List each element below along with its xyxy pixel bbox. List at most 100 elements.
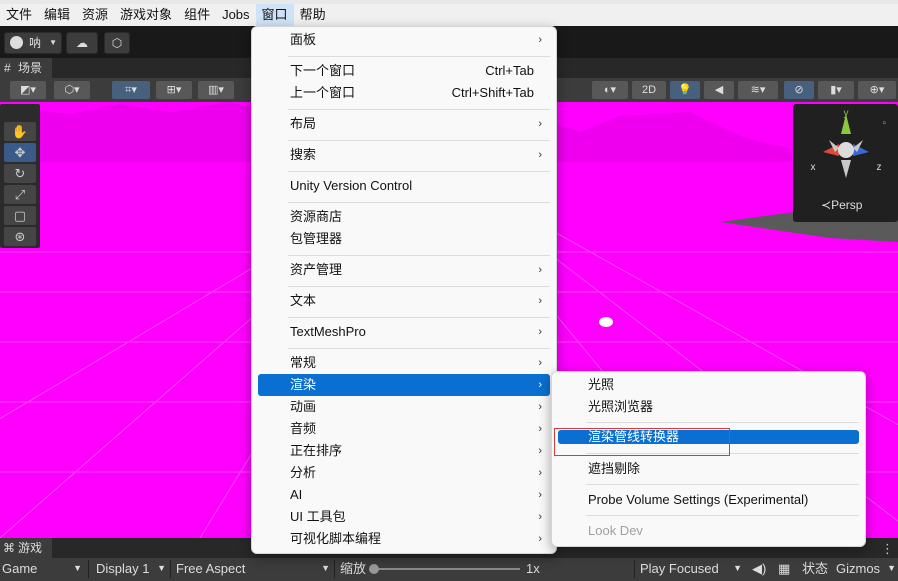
scale-slider-thumb[interactable] <box>369 564 379 574</box>
menu-item-package-manager[interactable]: 包管理器 <box>258 228 550 250</box>
submenu-item-probe-volume-settings[interactable]: Probe Volume Settings (Experimental) <box>558 489 859 511</box>
account-button[interactable]: 呐 ▼ <box>4 32 62 54</box>
scale-tool[interactable]: ⤢ <box>4 185 36 204</box>
menu-item-text[interactable]: 文本 › <box>258 290 550 312</box>
menu-file[interactable]: 文件 <box>0 4 38 26</box>
render-shading-button[interactable]: ⬡▾ <box>54 81 90 99</box>
axis-x-label: x <box>811 162 816 173</box>
menu-separator <box>288 56 550 57</box>
hand-tool[interactable]: ✋ <box>4 122 36 141</box>
submenu-item-lighting[interactable]: 光照 <box>558 374 859 396</box>
chevron-down-icon: ▼ <box>157 563 166 573</box>
menu-item-prev-window[interactable]: 上一个窗口 Ctrl+Shift+Tab <box>258 82 550 104</box>
menu-separator <box>586 484 859 485</box>
menu-item-asset-store[interactable]: 资源商店 <box>258 206 550 228</box>
menu-item-rendering[interactable]: 渲染 › <box>258 374 550 396</box>
menu-item-next-window[interactable]: 下一个窗口 Ctrl+Tab <box>258 60 550 82</box>
chevron-down-icon: ▼ <box>887 563 896 573</box>
menu-separator <box>586 515 859 516</box>
menu-help[interactable]: 帮助 <box>294 4 332 26</box>
hidden-objects-toggle[interactable]: ⊘ <box>784 81 814 99</box>
cloud-button[interactable]: ☁ <box>66 32 98 54</box>
submenu-item-look-dev: Look Dev <box>558 520 859 542</box>
draw-mode-button[interactable]: ◩▾ <box>10 81 46 99</box>
menu-item-ai[interactable]: AI › <box>258 484 550 506</box>
menu-item-analysis[interactable]: 分析 › <box>258 462 550 484</box>
menu-item-sequencing[interactable]: 正在排序 › <box>258 440 550 462</box>
rotate-tool[interactable]: ↻ <box>4 164 36 183</box>
transform-tool[interactable]: ⊛ <box>4 227 36 246</box>
menu-item-animation[interactable]: 动画 › <box>258 396 550 418</box>
aspect-select[interactable]: Free Aspect ▼ <box>176 558 330 579</box>
audio-toggle[interactable]: ◀ <box>704 81 734 99</box>
menu-assets[interactable]: 资源 <box>76 4 114 26</box>
menu-item-label: 包管理器 <box>290 231 343 246</box>
move-snap-button[interactable]: ⌗▾ <box>112 81 150 99</box>
chevron-right-icon: › <box>538 423 542 435</box>
lighting-toggle[interactable]: 💡 <box>670 81 700 99</box>
camera-button[interactable]: ▮▾ <box>818 81 854 99</box>
play-mode-select[interactable]: Play Focused ▼ <box>640 558 742 579</box>
menu-item-ui-toolkit[interactable]: UI 工具包 › <box>258 506 550 528</box>
rect-tool[interactable]: ▢ <box>4 206 36 225</box>
chevron-down-icon: ▼ <box>73 563 82 573</box>
keyboard-icon[interactable]: ▦ <box>778 558 790 579</box>
grid-snap-button[interactable]: ⊞▾ <box>156 81 192 99</box>
gizmos-button[interactable]: Gizmos ▼ <box>836 558 898 579</box>
menu-item-general[interactable]: 常规 › <box>258 352 550 374</box>
menu-gameobject[interactable]: 游戏对象 <box>114 4 178 26</box>
menu-item-version-control[interactable]: Unity Version Control <box>258 175 550 197</box>
submenu-item-light-explorer[interactable]: 光照浏览器 <box>558 396 859 418</box>
submenu-item-occlusion-culling[interactable]: 遮挡剔除 <box>558 458 859 480</box>
chevron-right-icon: › <box>538 326 542 338</box>
menu-item-asset-management[interactable]: 资产管理 › <box>258 259 550 281</box>
effects-button[interactable]: ≋▾ <box>738 81 778 99</box>
lock-icon[interactable]: ▫ <box>882 118 886 129</box>
game-view-select[interactable]: Game ▼ <box>2 558 84 579</box>
display-value: Display 1 <box>96 561 150 576</box>
chevron-right-icon: › <box>538 118 542 130</box>
menu-item-audio[interactable]: 音频 › <box>258 418 550 440</box>
persp-toggle[interactable]: ≺Persp <box>821 198 862 212</box>
toggle-2d-button[interactable]: 2D <box>632 81 666 99</box>
collab-button[interactable]: ⬡ <box>104 32 130 54</box>
scale-label: 缩放 <box>340 561 367 576</box>
gizmos-scene-button[interactable]: ⊕▾ <box>858 81 896 99</box>
menu-jobs[interactable]: Jobs <box>216 4 255 26</box>
menu-item-search[interactable]: 搜索 › <box>258 144 550 166</box>
menu-window[interactable]: 窗口 <box>255 4 294 26</box>
kebab-menu-icon[interactable]: ⋮ <box>881 541 894 557</box>
tab-scene[interactable]: # 场景 <box>0 58 52 78</box>
shading-mode-button[interactable]: ◐▾ <box>592 81 628 99</box>
menu-item-label: 可视化脚本编程 <box>290 531 382 546</box>
menu-item-label: 文本 <box>290 293 317 308</box>
menu-edit[interactable]: 编辑 <box>38 4 76 26</box>
scale-slider[interactable] <box>369 564 520 574</box>
annotation-highlight-box <box>554 428 730 456</box>
move-icon: ✥ <box>14 145 26 160</box>
lightbulb-icon: 💡 <box>678 84 692 96</box>
chevron-right-icon: › <box>538 264 542 276</box>
increment-snap-button[interactable]: ▥▾ <box>198 81 234 99</box>
gizmos-label: Gizmos <box>836 561 881 576</box>
menu-item-shortcut: Ctrl+Shift+Tab <box>451 85 534 100</box>
tab-game[interactable]: ⌘ 游戏 <box>0 538 52 558</box>
display-select[interactable]: Display 1 ▼ <box>96 558 166 579</box>
mute-audio-icon[interactable]: ◀) <box>752 558 766 579</box>
rotate-icon: ↻ <box>14 166 26 181</box>
grid-snap-icon: ⊞▾ <box>166 84 182 96</box>
menu-component[interactable]: 组件 <box>178 4 216 26</box>
menu-item-panels[interactable]: 面板 › <box>258 29 550 51</box>
rect-icon: ▢ <box>13 208 27 223</box>
toggle-2d-label: 2D <box>641 84 657 96</box>
orientation-gizmo[interactable]: y x z ▫ ≺Persp <box>793 104 898 222</box>
menu-item-label: 资源商店 <box>290 209 343 224</box>
menu-separator <box>288 317 550 318</box>
stats-button[interactable]: 状态 <box>802 558 828 579</box>
menu-item-textmeshpro[interactable]: TextMeshPro › <box>258 321 550 343</box>
menu-item-label: 光照浏览器 <box>588 399 654 414</box>
menu-item-layouts[interactable]: 布局 › <box>258 113 550 135</box>
menu-item-visual-scripting[interactable]: 可视化脚本编程 › <box>258 528 550 550</box>
move-tool[interactable]: ✥ <box>4 143 36 162</box>
speaker-icon: ◀ <box>714 84 724 96</box>
